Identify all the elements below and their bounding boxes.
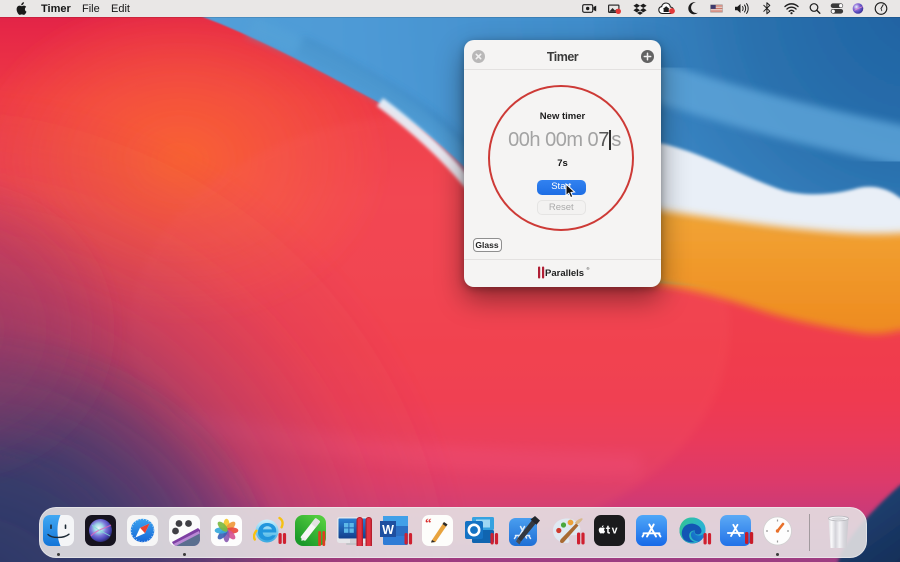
svg-text:“: “ [425, 515, 432, 530]
svg-text:Parallels: Parallels [545, 268, 584, 279]
svg-text:W: W [382, 523, 394, 537]
svg-text:®: ® [586, 266, 589, 271]
